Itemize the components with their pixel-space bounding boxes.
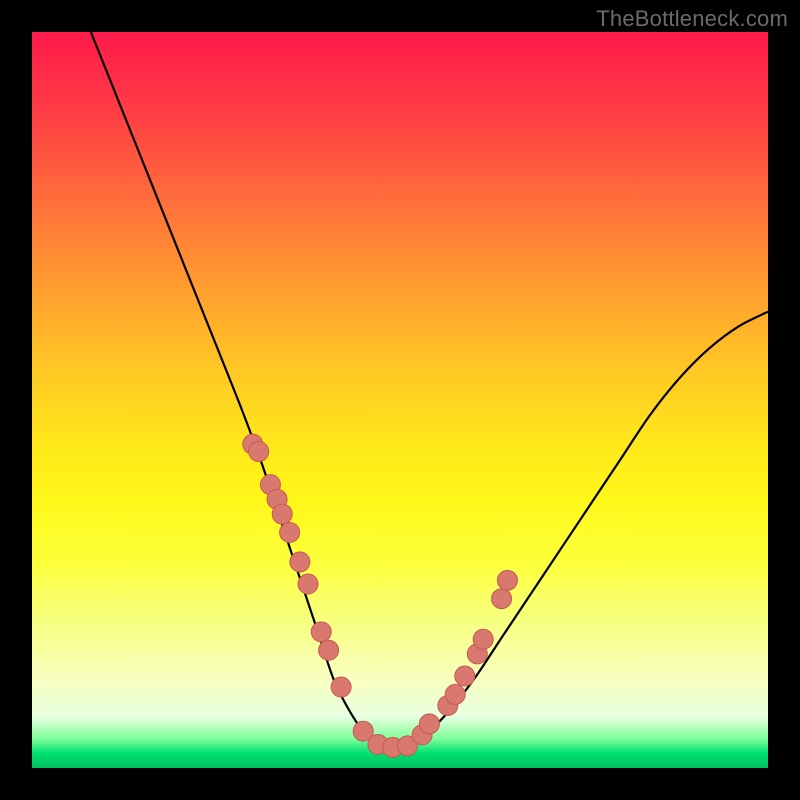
plot-area [32,32,768,768]
highlight-dots-group [243,434,518,757]
highlight-dot [319,640,339,660]
highlight-dot [497,570,517,590]
bottleneck-curve [91,32,768,748]
highlight-dot [331,677,351,697]
chart-svg [32,32,768,768]
highlight-dot [311,622,331,642]
highlight-dot [492,589,512,609]
highlight-dot [280,522,300,542]
highlight-dot [455,666,475,686]
watermark-text: TheBottleneck.com [596,6,788,32]
highlight-dot [298,574,318,594]
highlight-dot [419,714,439,734]
highlight-dot [473,629,493,649]
highlight-dot [445,684,465,704]
chart-frame: TheBottleneck.com [0,0,800,800]
highlight-dot [290,552,310,572]
highlight-dot [249,442,269,462]
highlight-dot [272,504,292,524]
